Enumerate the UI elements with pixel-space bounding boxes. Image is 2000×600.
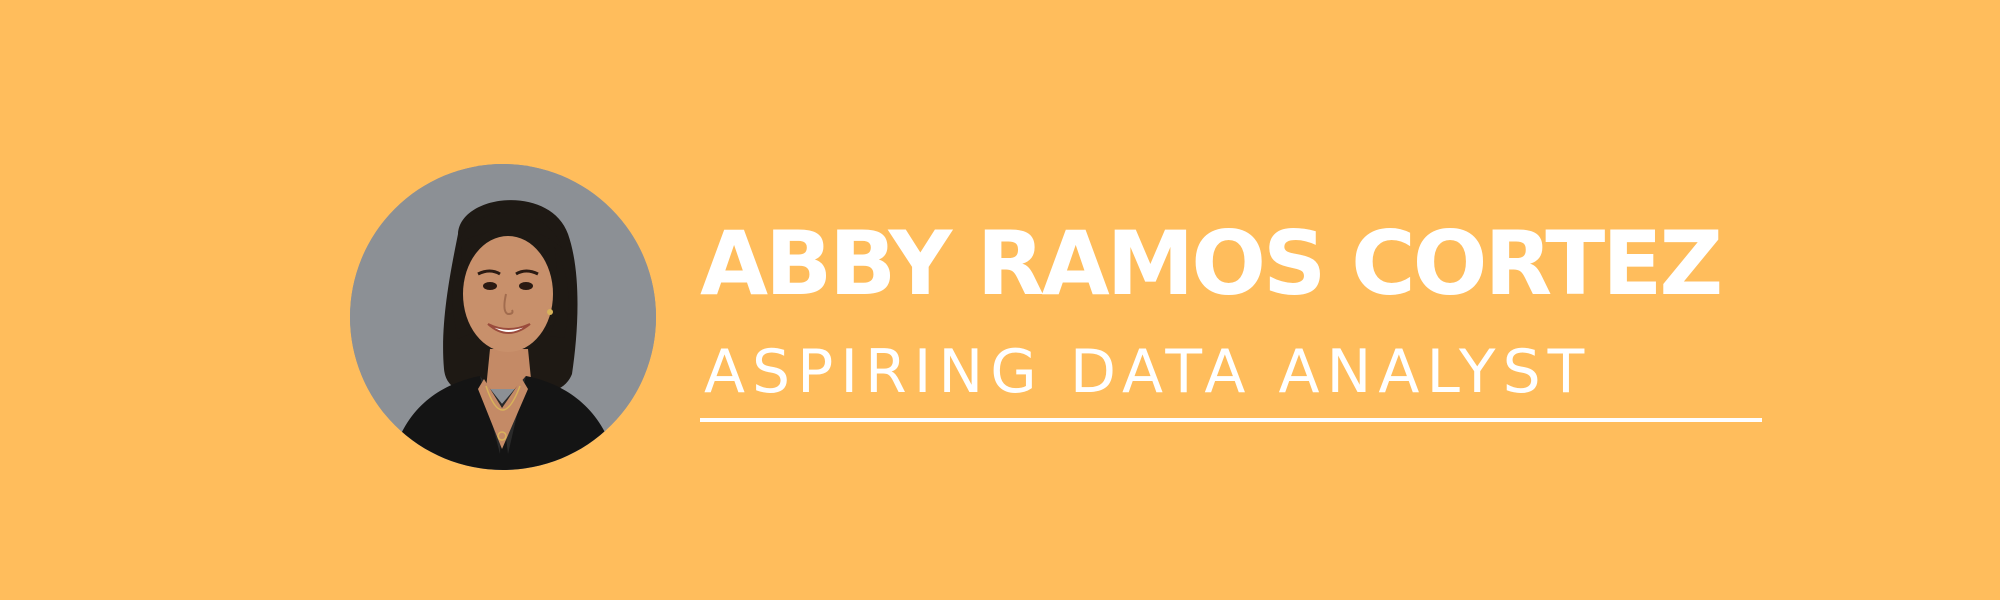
profile-title: ASPIRING DATA ANALYST <box>704 337 1592 407</box>
title-underline-divider <box>700 418 1762 422</box>
profile-name: ABBY RAMOS CORTEZ <box>700 212 1723 315</box>
profile-photo-icon <box>350 164 656 470</box>
profile-banner: ABBY RAMOS CORTEZ ASPIRING DATA ANALYST <box>0 0 2000 600</box>
profile-avatar <box>350 164 656 470</box>
